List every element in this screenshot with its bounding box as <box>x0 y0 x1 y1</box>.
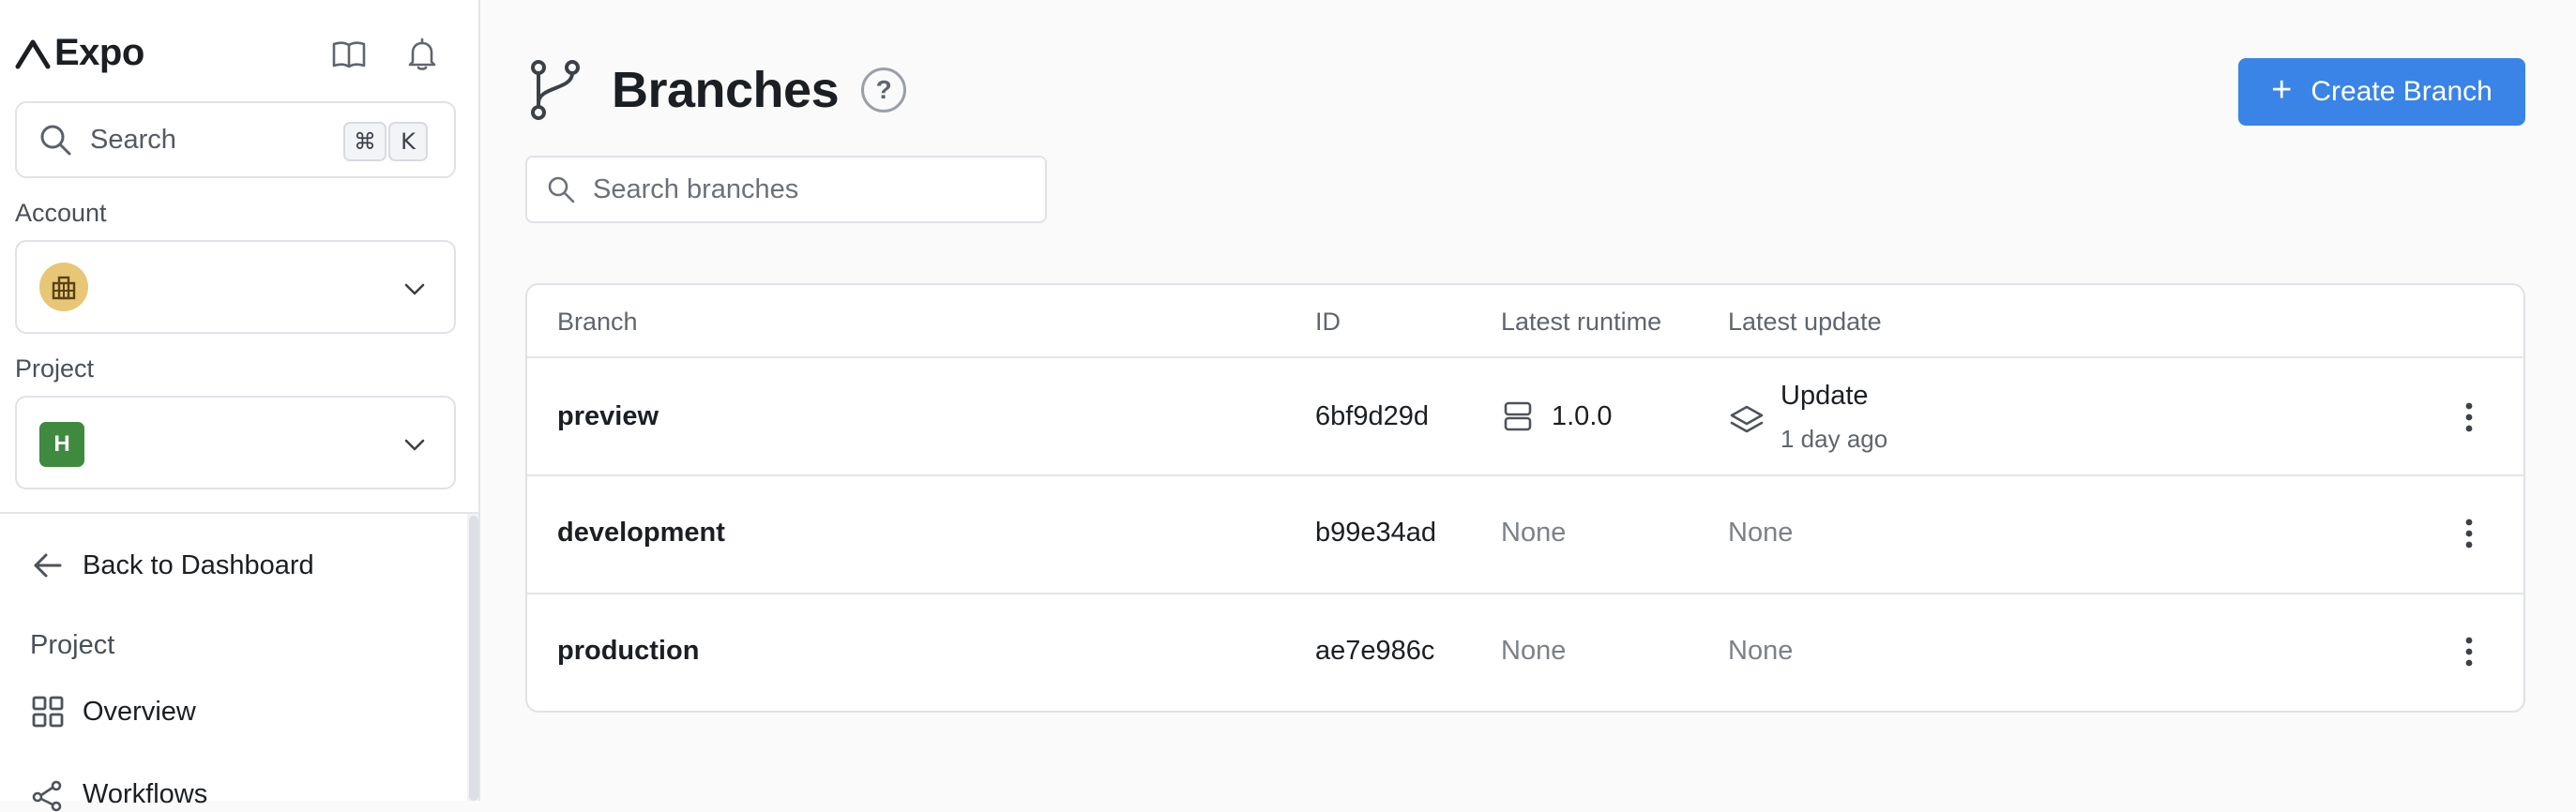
sidebar: Expo Search ⌘ K Account Project H Back t… <box>0 0 480 812</box>
column-header-latest-runtime[interactable]: Latest runtime <box>1501 308 1661 337</box>
project-section-label: Project <box>30 630 115 660</box>
row-menu-icon[interactable] <box>2462 518 2477 549</box>
back-to-dashboard-link[interactable]: Back to Dashboard <box>30 548 314 583</box>
account-selector[interactable] <box>15 240 456 334</box>
expo-logo-icon <box>15 39 51 68</box>
runtime-version: 1.0.0 <box>1552 400 1613 431</box>
workflow-icon <box>30 776 66 812</box>
expo-logo[interactable]: Expo <box>15 32 144 74</box>
branch-search-input[interactable] <box>591 173 1032 206</box>
latest-update: None <box>1728 636 1794 666</box>
table-row[interactable]: production ae7e986c None None <box>527 594 2523 711</box>
sidebar-scrollbar[interactable] <box>469 516 478 801</box>
sidebar-item-label: Workflows <box>83 778 208 809</box>
account-label: Account <box>15 199 107 227</box>
layers-icon <box>1728 401 1765 439</box>
latest-update: None <box>1728 518 1794 548</box>
create-branch-label: Create Branch <box>2311 76 2493 107</box>
update-title[interactable]: Update <box>1780 381 1887 412</box>
runtime-icon <box>1501 399 1535 433</box>
page-header: Branches ? <box>527 58 907 122</box>
book-icon[interactable] <box>330 36 368 73</box>
plus-icon: + <box>2271 70 2293 110</box>
latest-runtime: None <box>1501 636 1567 666</box>
branch-name[interactable]: production <box>557 636 699 667</box>
brand-name: Expo <box>54 32 144 73</box>
latest-update[interactable]: Update 1 day ago <box>1728 381 1887 454</box>
search-icon <box>546 174 576 204</box>
project-avatar: H <box>39 422 84 467</box>
bell-icon[interactable] <box>403 36 441 73</box>
latest-runtime: 1.0.0 <box>1501 399 1613 433</box>
column-header-branch[interactable]: Branch <box>557 308 638 337</box>
branch-name[interactable]: development <box>557 518 725 549</box>
sidebar-item-label: Overview <box>83 696 196 727</box>
sidebar-item-workflows[interactable]: Workflows <box>30 776 207 812</box>
row-menu-icon[interactable] <box>2462 401 2477 433</box>
column-header-id[interactable]: ID <box>1315 308 1341 337</box>
column-header-latest-update[interactable]: Latest update <box>1728 308 1882 337</box>
arrow-left-icon <box>30 548 66 583</box>
sidebar-divider <box>0 512 478 514</box>
back-to-dashboard-label: Back to Dashboard <box>83 549 314 580</box>
shortcut-key: K <box>388 122 428 161</box>
latest-runtime: None <box>1501 518 1567 548</box>
row-menu-icon[interactable] <box>2462 636 2477 668</box>
search-icon <box>38 122 73 158</box>
table-row[interactable]: preview 6bf9d29d 1.0.0 Update 1 day ago <box>527 358 2523 476</box>
git-branch-icon <box>527 58 583 122</box>
page-title: Branches <box>612 62 840 118</box>
project-selector[interactable]: H <box>15 396 456 489</box>
branch-id: b99e34ad <box>1315 518 1437 548</box>
help-icon[interactable]: ? <box>861 68 907 113</box>
update-time: 1 day ago <box>1780 425 1888 453</box>
branches-table: Branch ID Latest runtime Latest update p… <box>525 283 2525 713</box>
branch-name[interactable]: preview <box>557 401 659 432</box>
shortcut-modifier-key: ⌘ <box>343 122 386 161</box>
table-header: Branch ID Latest runtime Latest update <box>527 285 2523 358</box>
building-icon <box>52 276 76 300</box>
sidebar-search[interactable]: Search ⌘ K <box>15 101 456 178</box>
account-avatar <box>39 263 88 311</box>
grid-icon <box>30 694 66 729</box>
project-label: Project <box>15 354 95 383</box>
search-label: Search <box>90 124 176 155</box>
create-branch-button[interactable]: + Create Branch <box>2238 58 2525 126</box>
branch-id: ae7e986c <box>1315 636 1435 666</box>
chevron-down-icon <box>402 431 428 458</box>
sidebar-item-overview[interactable]: Overview <box>30 694 196 729</box>
chevron-down-icon <box>402 276 428 302</box>
branch-id: 6bf9d29d <box>1315 401 1429 431</box>
table-row[interactable]: development b99e34ad None None <box>527 476 2523 594</box>
branch-search-field[interactable] <box>525 156 1047 223</box>
